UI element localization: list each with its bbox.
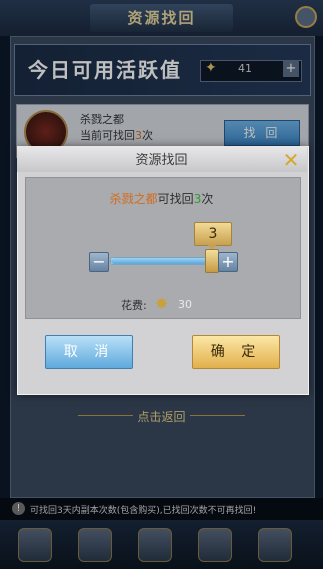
cost-value: 30 — [178, 298, 192, 311]
slider-value: 3 — [194, 222, 232, 246]
dialog-title: 资源找回 — [135, 153, 188, 168]
slider-fill — [111, 258, 211, 264]
cancel-button[interactable]: 取 消 — [45, 335, 133, 369]
cost-label: 花费: — [121, 299, 147, 312]
decrease-button[interactable]: − — [89, 252, 109, 272]
confirm-button[interactable]: 确 定 — [192, 335, 280, 369]
dialog-message: 杀戮之都可找回3次 — [109, 192, 214, 206]
slider-handle[interactable] — [205, 249, 219, 273]
increase-button[interactable]: + — [218, 252, 238, 272]
close-icon[interactable]: ✕ — [280, 149, 302, 171]
star-currency-icon: ✸ — [155, 294, 169, 313]
